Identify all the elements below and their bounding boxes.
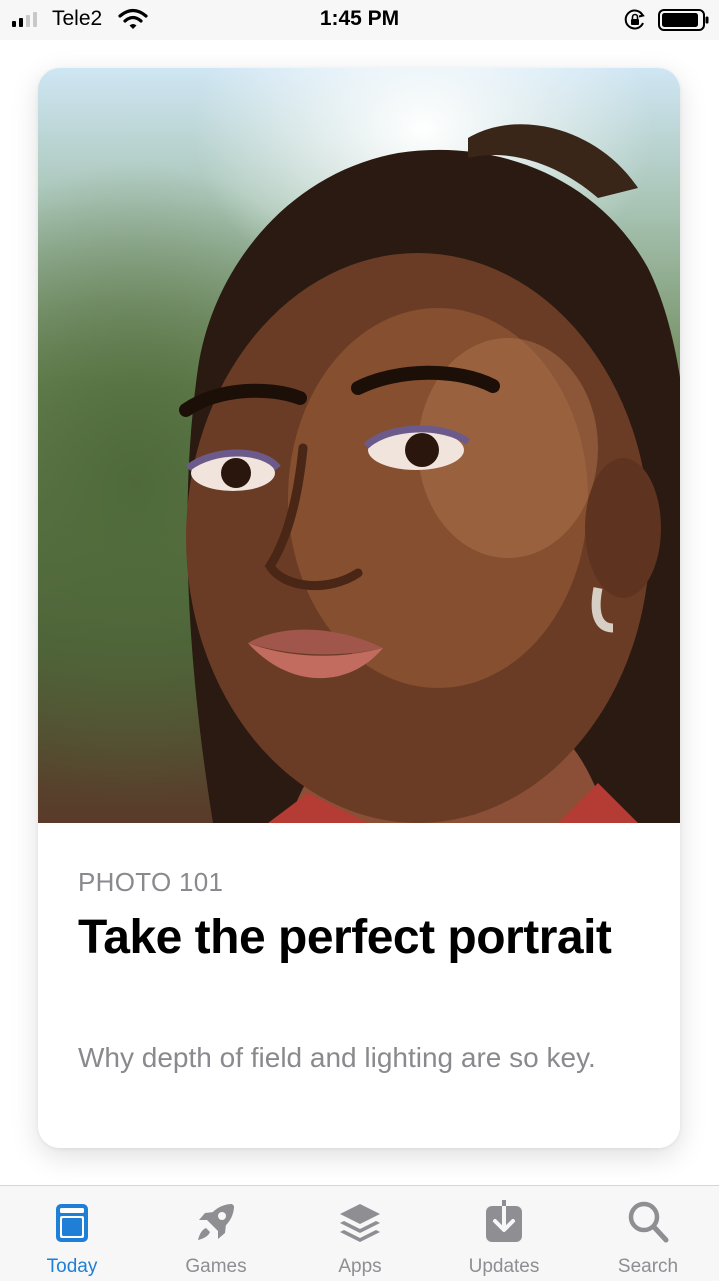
tab-updates[interactable]: Updates	[432, 1186, 576, 1281]
tab-label: Updates	[468, 1256, 540, 1277]
search-icon	[628, 1201, 669, 1243]
download-icon	[486, 1200, 522, 1242]
tab-games[interactable]: Games	[144, 1186, 288, 1281]
tab-apps[interactable]: Apps	[288, 1186, 432, 1281]
story-card[interactable]: PHOTO 101 Take the perfect portrait Why …	[38, 68, 680, 1148]
tab-bar: Today Games Apps Updates Search	[0, 1185, 719, 1281]
tab-label: Search	[617, 1256, 679, 1277]
clock: 1:45 PM	[319, 7, 400, 30]
tab-label: Apps	[338, 1256, 382, 1277]
rotation-lock-icon	[624, 9, 645, 30]
tab-today[interactable]: Today	[0, 1186, 144, 1281]
layers-icon	[340, 1204, 380, 1242]
rocket-icon	[198, 1204, 234, 1240]
card-eyebrow: PHOTO 101	[78, 867, 224, 897]
status-bar: Tele2 1:45 PM	[0, 0, 719, 40]
tab-label: Today	[46, 1256, 98, 1277]
card-text: PHOTO 101 Take the perfect portrait Why …	[38, 823, 680, 1148]
card-subtitle: Why depth of field and lighting are so k…	[78, 1042, 596, 1073]
portrait-photo	[38, 68, 680, 823]
battery-icon	[658, 9, 709, 31]
tab-search[interactable]: Search	[576, 1186, 719, 1281]
tab-label: Games	[185, 1256, 247, 1277]
card-title: Take the perfect portrait	[78, 911, 612, 964]
today-icon	[56, 1204, 88, 1242]
